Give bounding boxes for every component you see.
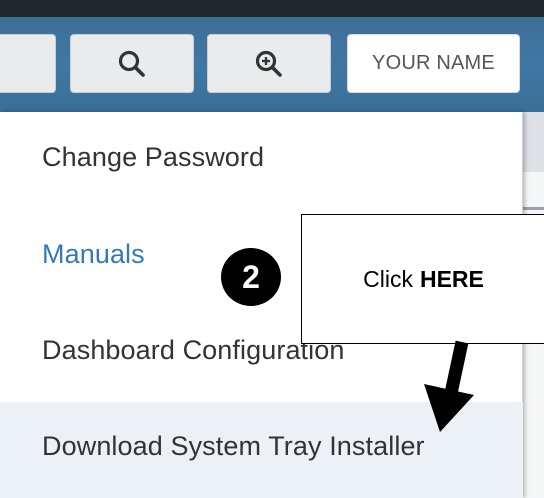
menu-item-label: Manuals [42, 238, 145, 269]
menu-item-label: Download System Tray Installer [42, 430, 425, 461]
top-strip [0, 0, 544, 17]
zoom-in-icon [255, 50, 282, 77]
callout-emphasis: HERE [419, 265, 484, 292]
search-icon [118, 50, 145, 77]
search-button[interactable] [70, 34, 194, 93]
app-window: YOUR NAME Change Password Manuals Dashbo… [0, 0, 544, 498]
callout-text: Click [363, 265, 413, 292]
edge-divider [523, 207, 544, 210]
user-name-button[interactable]: YOUR NAME [347, 34, 520, 93]
menu-item-label: Dashboard Configuration [42, 334, 345, 365]
edge-panel [523, 112, 544, 172]
toolbar-button-partial[interactable] [0, 34, 56, 93]
toolbar: YOUR NAME [0, 17, 544, 112]
zoom-in-button[interactable] [207, 34, 331, 93]
step-number-badge: 2 [221, 248, 281, 306]
menu-item-label: Change Password [42, 141, 265, 172]
callout-box: Click HERE [301, 214, 544, 344]
menu-item-download-system-tray-installer[interactable]: Download System Tray Installer [0, 402, 523, 498]
menu-item-change-password[interactable]: Change Password [0, 112, 523, 210]
